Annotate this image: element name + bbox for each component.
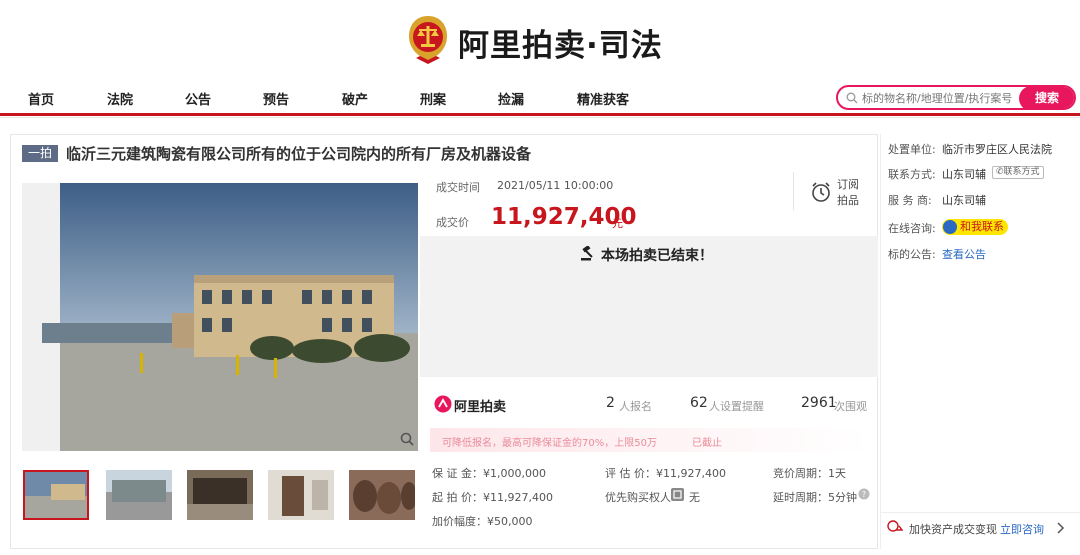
chat-icon bbox=[943, 220, 957, 234]
view-label: 次围观 bbox=[834, 400, 867, 413]
coin-icon bbox=[887, 520, 903, 532]
deal-time-value: 2021/05/11 10:00:00 bbox=[497, 179, 614, 192]
nav-preview[interactable]: 预告 bbox=[263, 89, 289, 108]
thumbnail[interactable] bbox=[187, 470, 253, 520]
ali-auction-logo-icon bbox=[434, 395, 452, 413]
priority-buyer-value: 无 bbox=[689, 491, 700, 504]
chevron-right-icon bbox=[1057, 522, 1065, 534]
thumbnail[interactable] bbox=[106, 470, 172, 520]
search-input[interactable] bbox=[862, 89, 1022, 107]
delay-period-field: 延时周期：5分钟 bbox=[773, 491, 857, 504]
lot-notice-label: 标的公告: bbox=[888, 248, 936, 261]
deal-price-label: 成交价 bbox=[436, 216, 469, 229]
help-icon[interactable]: ? bbox=[858, 488, 870, 500]
thumbnail[interactable] bbox=[349, 470, 415, 520]
ali-auction-logo-text: 阿里拍卖 bbox=[454, 400, 507, 415]
search-button[interactable]: 搜索 bbox=[1019, 87, 1074, 108]
nav-underline bbox=[0, 113, 1080, 116]
court-value: 临沂市罗庄区人民法院 bbox=[942, 143, 1052, 156]
search-icon bbox=[846, 92, 858, 104]
zoom-icon[interactable] bbox=[400, 431, 414, 450]
service-label: 服 务 商: bbox=[888, 194, 932, 207]
info-badge-icon bbox=[671, 488, 684, 501]
nav-bargain[interactable]: 捡漏 bbox=[498, 89, 524, 108]
signup-count: 2 bbox=[606, 395, 615, 411]
deposit-field: 保 证 金：¥1,000,000 bbox=[432, 467, 546, 480]
reminder-label: 人设置提醒 bbox=[709, 400, 764, 413]
start-price-field: 起 拍 价：¥11,927,400 bbox=[432, 491, 553, 504]
notice-status: 已截止 bbox=[692, 438, 722, 449]
view-count: 2961 bbox=[801, 395, 837, 411]
subscribe-button[interactable]: 订阅 拍品 bbox=[808, 176, 864, 210]
site-title: 阿里拍卖·司法 bbox=[458, 28, 663, 64]
contact-value: 山东司辅 bbox=[942, 168, 986, 181]
nav-criminal[interactable]: 刑案 bbox=[420, 89, 446, 108]
thumbnail[interactable] bbox=[23, 470, 89, 520]
subscribe-label: 订阅 bbox=[837, 178, 859, 191]
promo-text: 加快资产成交变现 bbox=[909, 523, 997, 536]
deposit-discount-notice: 可降低报名，最高可降保证金的70%，上限50万 已截止 bbox=[430, 428, 868, 452]
nav-court[interactable]: 法院 bbox=[107, 89, 133, 108]
consult-now-link[interactable]: 立即咨询 bbox=[1000, 521, 1044, 537]
nav-announcement[interactable]: 公告 bbox=[185, 89, 211, 108]
auction-round-badge: 一拍 bbox=[22, 145, 58, 162]
reminder-count: 62 bbox=[690, 395, 708, 411]
consult-label: 在线咨询: bbox=[888, 222, 936, 235]
thumbnail[interactable] bbox=[268, 470, 334, 520]
svg-text:?: ? bbox=[862, 490, 866, 499]
priority-buyer-label: 优先购买权人 bbox=[605, 491, 671, 504]
nav-precise-customer[interactable]: 精准获客 bbox=[577, 89, 629, 108]
deal-time-label: 成交时间 bbox=[436, 181, 480, 194]
gavel-icon bbox=[581, 246, 593, 261]
increment-field: 加价幅度：¥50,000 bbox=[432, 515, 533, 528]
court-label: 处置单位: bbox=[888, 143, 936, 156]
lot-title: 临沂三元建筑陶瓷有限公司所有的位于公司院内的所有厂房及机器设备 bbox=[66, 145, 532, 163]
divider bbox=[793, 172, 794, 210]
view-notice-link[interactable]: 查看公告 bbox=[942, 246, 986, 262]
subscribe-label-2: 拍品 bbox=[837, 194, 859, 207]
bidding-period-field: 竞价周期：1天 bbox=[773, 467, 846, 480]
appraisal-field: 评 估 价：¥11,927,400 bbox=[605, 467, 726, 480]
contact-button-label: 联系方式 bbox=[1003, 167, 1040, 177]
notice-text: 可降低报名，最高可降保证金的70%，上限50万 bbox=[442, 438, 657, 449]
alarm-clock-icon bbox=[812, 182, 830, 202]
contact-label: 联系方式: bbox=[888, 168, 936, 181]
lot-main-photo[interactable] bbox=[22, 183, 418, 451]
nav-bankruptcy[interactable]: 破产 bbox=[342, 89, 368, 108]
deal-price-unit: 元 bbox=[612, 217, 623, 230]
signup-label: 人报名 bbox=[619, 400, 652, 413]
search-box: 搜索 bbox=[836, 85, 1076, 110]
auction-ended-text: 本场拍卖已结束！ bbox=[601, 248, 713, 264]
contact-button[interactable]: ✆联系方式 bbox=[992, 166, 1044, 179]
service-value: 山东司辅 bbox=[942, 194, 986, 207]
nav-home[interactable]: 首页 bbox=[28, 89, 54, 108]
court-emblem-icon bbox=[406, 14, 450, 66]
phone-icon: ✆ bbox=[996, 167, 1004, 177]
